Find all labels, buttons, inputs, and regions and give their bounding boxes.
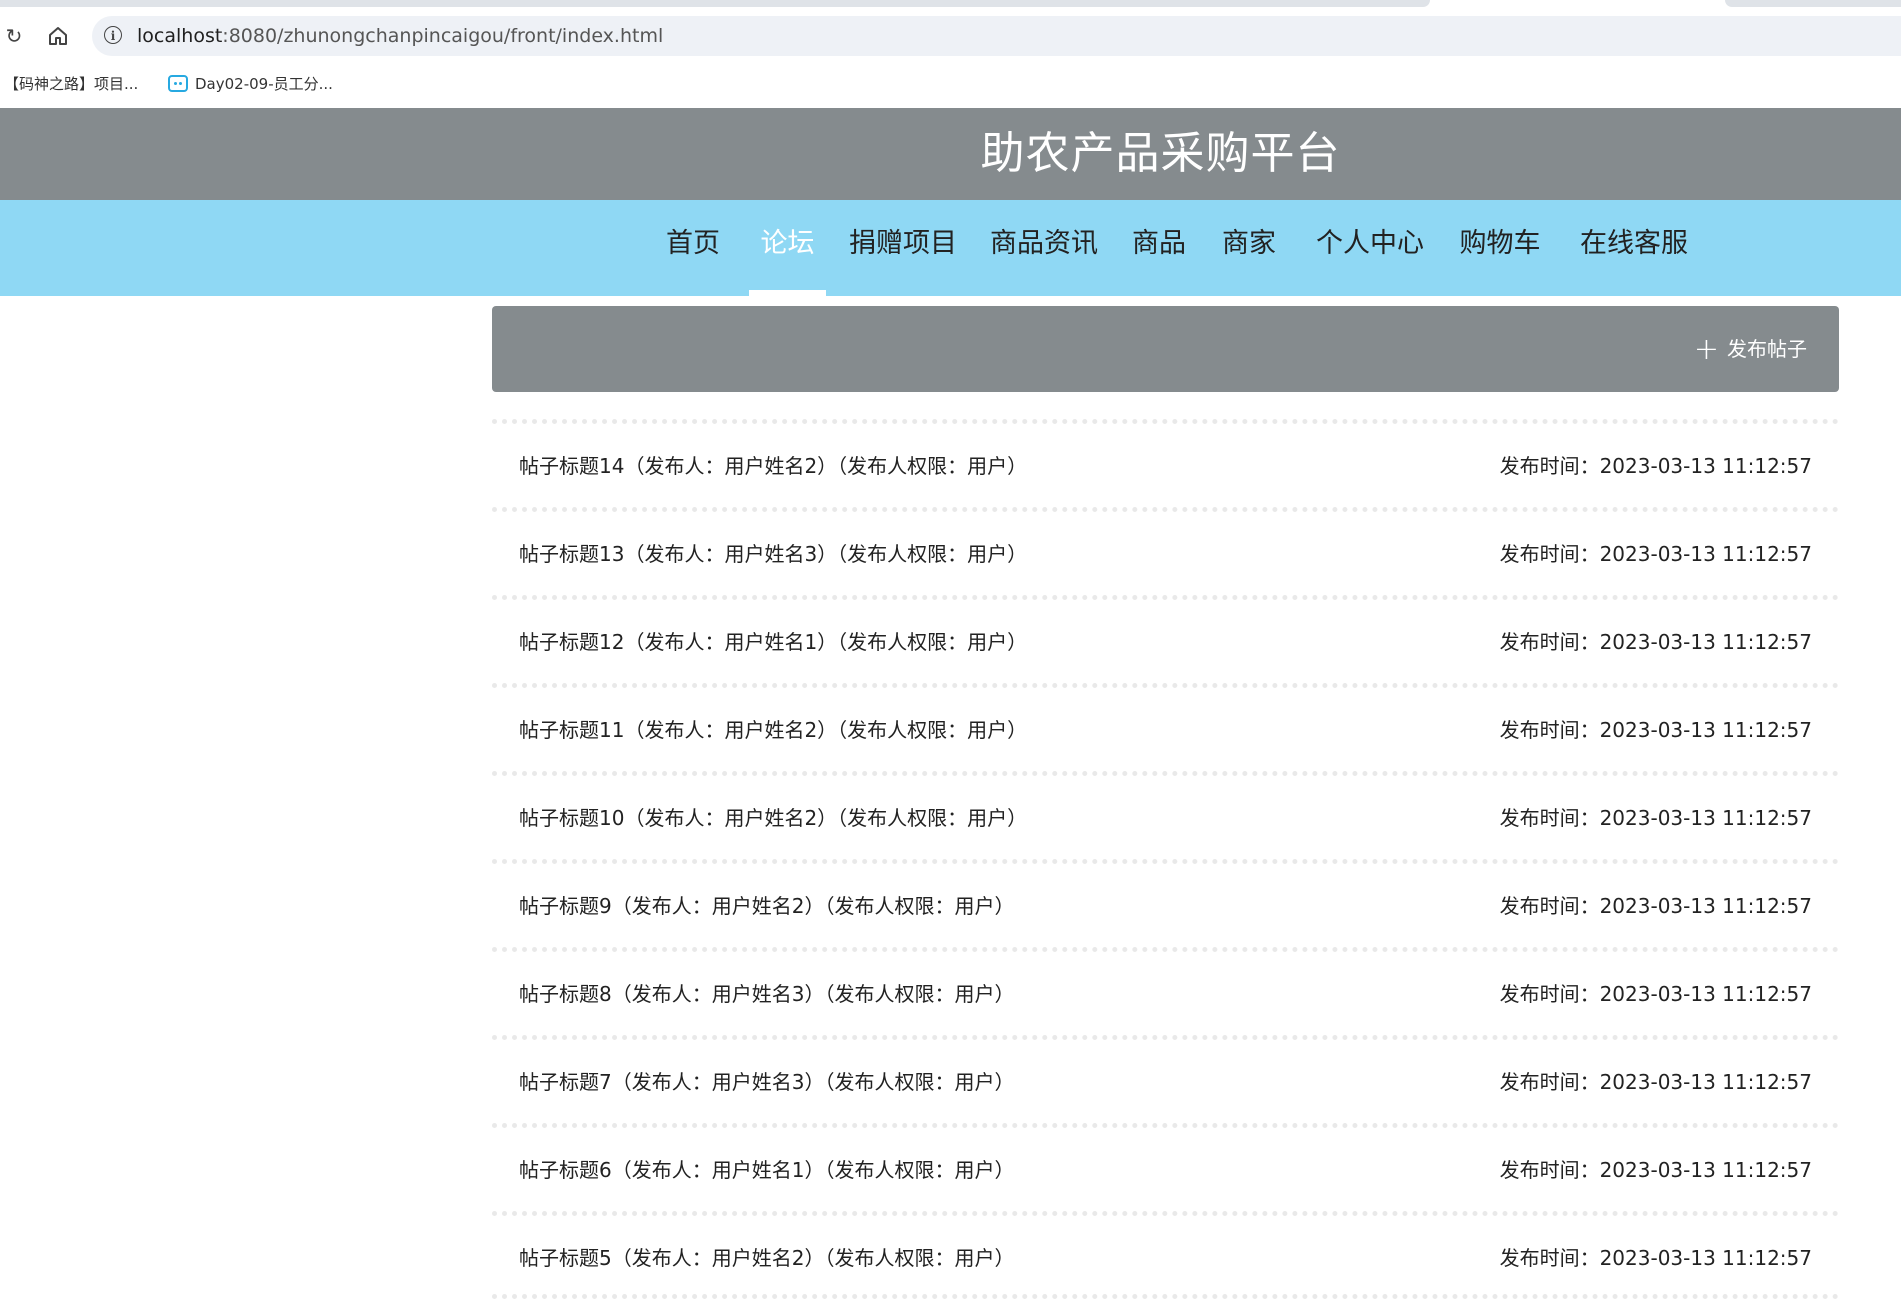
nav-user-center[interactable]: 个人中心: [1314, 200, 1426, 296]
url-text[interactable]: localhost:8080/zhunongchanpincaigou/fron…: [137, 16, 663, 56]
post-title[interactable]: 帖子标题8（发布人：用户姓名3）（发布人权限：用户）: [519, 952, 1014, 1036]
nav-label: 捐赠项目: [849, 228, 957, 259]
nav-customer-service[interactable]: 在线客服: [1578, 200, 1690, 296]
post-title[interactable]: 帖子标题9（发布人：用户姓名2）（发布人权限：用户）: [519, 864, 1014, 948]
nav-label: 在线客服: [1580, 228, 1688, 259]
nav-label: 首页: [666, 228, 720, 259]
post-time: 发布时间：2023-03-13 11:12:57: [1499, 1070, 1812, 1094]
post-title[interactable]: 帖子标题11（发布人：用户姓名2）（发布人权限：用户）: [519, 688, 1027, 772]
nav-label: 商品: [1132, 228, 1186, 259]
nav-news[interactable]: 商品资讯: [988, 200, 1100, 296]
nav-label: 个人中心: [1316, 228, 1424, 259]
post-row[interactable]: 帖子标题5（发布人：用户姓名2）（发布人权限：用户） 发布时间：2023-03-1…: [492, 1211, 1839, 1299]
home-icon[interactable]: [44, 22, 72, 50]
nav-label: 商品资讯: [990, 228, 1098, 259]
nav-cart[interactable]: 购物车: [1458, 200, 1542, 296]
post-row[interactable]: 帖子标题6（发布人：用户姓名1）（发布人权限：用户） 发布时间：2023-03-1…: [492, 1123, 1839, 1211]
post-time: 发布时间：2023-03-13 11:12:57: [1499, 1158, 1812, 1182]
post-time: 发布时间：2023-03-13 11:12:57: [1499, 630, 1812, 654]
post-title[interactable]: 帖子标题12（发布人：用户姓名1）（发布人权限：用户）: [519, 600, 1027, 684]
reload-icon[interactable]: ↻: [0, 22, 28, 50]
nav-home[interactable]: 首页: [660, 200, 726, 296]
post-title[interactable]: 帖子标题13（发布人：用户姓名3）（发布人权限：用户）: [519, 512, 1027, 596]
bookmark-item[interactable]: Day02-09-员工分...: [168, 72, 333, 96]
nav-label: 论坛: [760, 228, 815, 259]
post-row[interactable]: 帖子标题9（发布人：用户姓名2）（发布人权限：用户） 发布时间：2023-03-1…: [492, 859, 1839, 947]
nav-label: 购物车: [1459, 228, 1541, 259]
site-header: 助农产品采购平台: [0, 108, 1901, 200]
post-time: 发布时间：2023-03-13 11:12:57: [1499, 982, 1812, 1006]
post-row[interactable]: 帖子标题11（发布人：用户姓名2）（发布人权限：用户） 发布时间：2023-03-…: [492, 683, 1839, 771]
site-title: 助农产品采购平台: [980, 128, 1341, 179]
post-time: 发布时间：2023-03-13 11:12:57: [1499, 806, 1812, 830]
post-row[interactable]: 帖子标题12（发布人：用户姓名1）（发布人权限：用户） 发布时间：2023-03-…: [492, 595, 1839, 683]
url-path: :8080/zhunongchanpincaigou/front/index.h…: [222, 25, 664, 47]
browser-tab[interactable]: [1725, 0, 1901, 7]
browser-tab[interactable]: [0, 0, 1430, 7]
nav-goods[interactable]: 商品: [1128, 200, 1190, 296]
post-time: 发布时间：2023-03-13 11:12:57: [1499, 1246, 1812, 1270]
post-row[interactable]: 帖子标题7（发布人：用户姓名3）（发布人权限：用户） 发布时间：2023-03-1…: [492, 1035, 1839, 1123]
new-post-button[interactable]: + 发布帖子: [1694, 306, 1807, 393]
post-title[interactable]: 帖子标题7（发布人：用户姓名3）（发布人权限：用户）: [519, 1040, 1014, 1124]
post-row[interactable]: 帖子标题13（发布人：用户姓名3）（发布人权限：用户） 发布时间：2023-03-…: [492, 507, 1839, 595]
nav-label: 商家: [1222, 228, 1276, 259]
bilibili-icon: [168, 75, 188, 92]
post-title[interactable]: 帖子标题6（发布人：用户姓名1）（发布人权限：用户）: [519, 1128, 1014, 1212]
post-row[interactable]: 帖子标题10（发布人：用户姓名2）（发布人权限：用户） 发布时间：2023-03-…: [492, 771, 1839, 859]
post-time: 发布时间：2023-03-13 11:12:57: [1499, 454, 1812, 478]
post-row[interactable]: 帖子标题8（发布人：用户姓名3）（发布人权限：用户） 发布时间：2023-03-1…: [492, 947, 1839, 1035]
site-info-icon[interactable]: i: [104, 26, 122, 44]
post-title[interactable]: 帖子标题10（发布人：用户姓名2）（发布人权限：用户）: [519, 776, 1027, 860]
browser-toolbar: ↻ i localhost:8080/zhunongchanpincaigou/…: [0, 12, 1901, 60]
post-time: 发布时间：2023-03-13 11:12:57: [1499, 894, 1812, 918]
plus-icon: +: [1693, 332, 1719, 367]
nav-donation[interactable]: 捐赠项目: [848, 200, 958, 296]
post-title[interactable]: 帖子标题14（发布人：用户姓名2）（发布人权限：用户）: [519, 424, 1027, 508]
address-bar[interactable]: i localhost:8080/zhunongchanpincaigou/fr…: [92, 16, 1901, 56]
bookmark-label: 【码神之路】项目...: [4, 75, 139, 93]
post-time: 发布时间：2023-03-13 11:12:57: [1499, 718, 1812, 742]
bookmark-label: Day02-09-员工分...: [195, 75, 333, 93]
url-host: localhost: [137, 25, 223, 47]
post-time: 发布时间：2023-03-13 11:12:57: [1499, 542, 1812, 566]
active-indicator: [749, 290, 826, 296]
post-list: 帖子标题14（发布人：用户姓名2）（发布人权限：用户） 发布时间：2023-03-…: [492, 419, 1839, 1299]
main-nav: 首页 论坛 捐赠项目 商品资讯 商品 商家 个人中心 购物车 在线客服: [0, 200, 1901, 296]
forum-toolbar: + 发布帖子: [492, 306, 1839, 392]
nav-merchant[interactable]: 商家: [1218, 200, 1280, 296]
bookmark-item[interactable]: 【码神之路】项目...: [4, 72, 138, 96]
browser-tabstrip: [0, 0, 1901, 12]
post-title[interactable]: 帖子标题5（发布人：用户姓名2）（发布人权限：用户）: [519, 1216, 1014, 1300]
new-post-label: 发布帖子: [1727, 337, 1807, 361]
post-row[interactable]: 帖子标题14（发布人：用户姓名2）（发布人权限：用户） 发布时间：2023-03-…: [492, 419, 1839, 507]
bookmarks-bar: 【码神之路】项目... Day02-09-员工分...: [0, 66, 1901, 102]
nav-forum[interactable]: 论坛: [749, 200, 826, 296]
